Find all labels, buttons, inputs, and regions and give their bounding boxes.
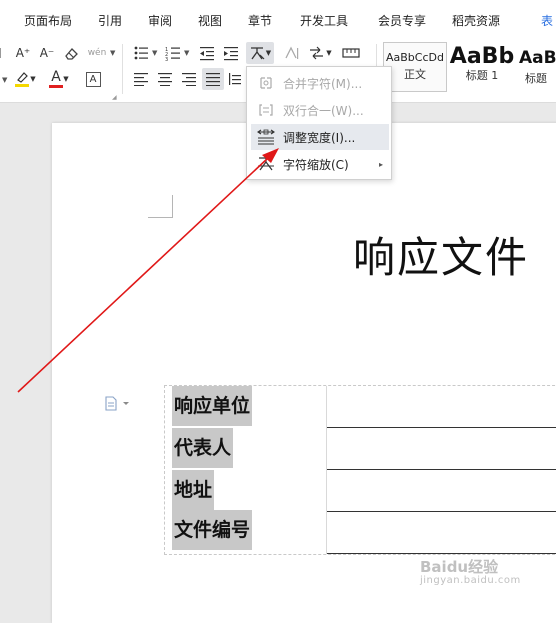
fill-line (327, 511, 556, 512)
field-label-file-number[interactable]: 文件编号 (172, 510, 253, 550)
tab-table[interactable]: 表 (541, 12, 553, 29)
align-right-button[interactable] (178, 68, 200, 90)
decrease-indent-button[interactable] (196, 42, 218, 64)
phonetic-guide-icon: wén (87, 48, 107, 58)
line-spacing-icon (310, 46, 324, 60)
tab-view[interactable]: 视图 (198, 12, 222, 29)
clear-format-button[interactable] (60, 42, 82, 64)
two-lines-in-one-icon (255, 101, 277, 119)
bullet-list-button[interactable] (130, 42, 152, 64)
chinese-layout-icon (250, 47, 265, 60)
justify-icon (206, 73, 220, 86)
numbered-list-button[interactable]: 123 (162, 42, 184, 64)
chevron-down-icon: ▼ (326, 49, 332, 57)
highlighter-icon (15, 72, 30, 87)
shrink-font-icon: A⁻ (39, 46, 55, 60)
chinese-layout-button[interactable]: ▼ (246, 42, 274, 64)
chevron-down-icon: ▼ (184, 49, 190, 57)
merge-chars-icon (255, 74, 277, 92)
shrink-font-button[interactable]: A⁻ (36, 42, 58, 64)
grow-font-button[interactable]: A⁺ (12, 42, 34, 64)
submenu-arrow-icon: ▸ (378, 159, 383, 169)
text-direction-icon (285, 46, 299, 59)
document-title[interactable]: 响应文件 (353, 224, 529, 285)
chevron-down-icon: ▼ (265, 49, 272, 57)
character-border-button[interactable]: A (82, 68, 104, 90)
field-label-address[interactable]: 地址 (172, 470, 215, 510)
tab-developer[interactable]: 开发工具 (300, 12, 348, 29)
chevron-down-icon: ▼ (63, 75, 69, 83)
increase-indent-button[interactable] (220, 42, 242, 64)
char-scale-icon (255, 155, 277, 173)
increase-indent-icon (224, 47, 238, 61)
chevron-down-icon: ▼ (152, 49, 158, 57)
paragraph-layout-handle[interactable] (104, 396, 134, 412)
adjust-width-icon (255, 128, 277, 146)
phonetic-guide-button[interactable]: wén (84, 42, 110, 64)
grow-font-icon: A⁺ (15, 46, 31, 60)
chevron-down-icon: ▼ (30, 75, 36, 83)
document-icon (105, 396, 129, 411)
ruler-button[interactable] (340, 42, 362, 64)
field-label-respondent[interactable]: 响应单位 (172, 386, 253, 426)
tab-chapter[interactable]: 章节 (248, 12, 272, 29)
highlight-color-button[interactable]: ▼ (12, 68, 38, 90)
info-table[interactable]: 响应单位 代表人 地址 文件编号 (164, 385, 556, 555)
align-left-icon (134, 73, 148, 86)
table-column-divider (326, 386, 327, 554)
ruler-icon (342, 48, 360, 58)
tab-review[interactable]: 审阅 (148, 12, 172, 29)
menu-item-merge-chars[interactable]: 合并字符(M)... (251, 70, 389, 96)
menu-item-char-scale[interactable]: 字符缩放(C) ▸ (251, 151, 389, 177)
menu-item-adjust-width[interactable]: 调整宽度(I)... (251, 124, 389, 150)
menu-bar: 页面布局 引用 审阅 视图 章节 开发工具 会员专享 稻壳资源 表 (0, 0, 556, 41)
fill-line (327, 553, 556, 554)
field-label-representative[interactable]: 代表人 (172, 428, 234, 468)
menu-item-two-lines-in-one[interactable]: 双行合一(W)... (251, 97, 389, 123)
text-direction-button[interactable] (280, 42, 302, 64)
style-normal[interactable]: AaBbCcDd 正文 (383, 42, 447, 92)
align-center-icon (158, 73, 172, 86)
style-gallery: AaBbCcDd 正文 AaBb 标题 1 AaB 标题 (381, 42, 556, 98)
tab-docer-resources[interactable]: 稻壳资源 (452, 12, 500, 29)
distributed-align-icon (229, 73, 241, 85)
page-margin-corner-mark (148, 195, 173, 218)
style-heading-1[interactable]: AaBb 标题 1 (449, 42, 515, 92)
tab-member[interactable]: 会员专享 (378, 12, 426, 29)
font-color-button[interactable]: A ▼ (46, 68, 72, 90)
justify-button[interactable] (202, 68, 224, 90)
fill-line (327, 427, 556, 428)
baidu-watermark: Baidu经验 jingyan.baidu.com (420, 558, 521, 586)
align-left-button[interactable] (130, 68, 152, 90)
chinese-layout-menu: 合并字符(M)... 双行合一(W)... 调整宽度(I)... 字符缩放(C)… (246, 66, 392, 180)
tab-references[interactable]: 引用 (98, 12, 122, 29)
tab-page-layout[interactable]: 页面布局 (24, 12, 72, 29)
font-color-icon: A (49, 69, 64, 89)
numbered-list-icon: 123 (165, 47, 180, 61)
svg-text:3: 3 (165, 57, 168, 61)
decrease-indent-icon (200, 47, 214, 61)
character-border-icon: A (85, 71, 101, 87)
align-right-icon (182, 73, 196, 86)
align-center-button[interactable] (154, 68, 176, 90)
ribbon-divider (122, 44, 123, 94)
chevron-down-icon: ▼ (110, 49, 116, 57)
ribbon-clipped-edge (0, 42, 8, 64)
fill-line (327, 469, 556, 470)
dialog-launcher-icon[interactable]: ◢ (112, 94, 117, 101)
distributed-align-button[interactable] (226, 68, 244, 90)
style-heading[interactable]: AaB 标题 (517, 42, 556, 92)
bullet-list-icon (134, 46, 148, 60)
line-spacing-button[interactable]: ▼ (306, 42, 334, 64)
chevron-down-icon: ▼ (2, 76, 8, 84)
eraser-icon (65, 48, 78, 60)
